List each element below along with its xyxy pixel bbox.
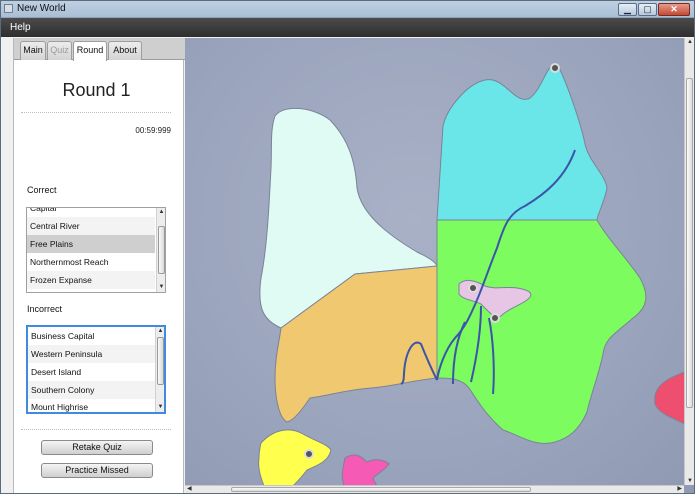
city-marker[interactable] <box>304 449 314 459</box>
close-icon: ✕ <box>670 4 678 14</box>
region-island-yellow[interactable] <box>258 429 332 493</box>
list-item[interactable]: Western Peninsula <box>28 345 156 363</box>
tab-about[interactable]: About <box>108 41 142 60</box>
divider <box>21 112 171 113</box>
tab-main[interactable]: Main <box>20 41 46 60</box>
map-vertical-scrollbar[interactable]: ▲ ▼ <box>684 38 694 485</box>
close-button[interactable]: ✕ <box>658 3 690 16</box>
tab-quiz[interactable]: Quiz <box>47 41 72 60</box>
retake-quiz-button[interactable]: Retake Quiz <box>41 440 153 455</box>
list-item[interactable]: Northernmost Reach <box>27 253 155 271</box>
app-window: New World ▁ ▢ ✕ Help Main Quiz Round Abo… <box>0 0 695 494</box>
scroll-down-icon[interactable]: ▼ <box>687 478 693 484</box>
menu-help[interactable]: Help <box>7 21 34 34</box>
list-item[interactable]: Capital <box>27 208 155 217</box>
region-northernmost-reach[interactable] <box>436 63 608 221</box>
window-title: New World <box>17 3 66 14</box>
scroll-up-icon[interactable]: ▲ <box>157 328 164 335</box>
region-free-plains[interactable] <box>436 219 647 444</box>
sidebar-panel: Main Quiz Round About Round 1 00:59:999 … <box>13 38 185 493</box>
scroll-thumb[interactable] <box>686 78 693 408</box>
scroll-down-icon[interactable]: ▼ <box>158 284 165 291</box>
scroll-left-icon[interactable]: ◀ <box>187 485 192 492</box>
round-timer: 00:59:999 <box>135 126 171 135</box>
list-item[interactable]: Business Capital <box>28 327 156 345</box>
scroll-thumb[interactable] <box>158 226 165 274</box>
list-item[interactable]: Mount Highrise <box>28 398 156 412</box>
list-item[interactable]: Desert Island <box>28 363 156 381</box>
world-map[interactable] <box>185 38 694 493</box>
scroll-up-icon[interactable]: ▲ <box>158 209 165 216</box>
title-bar[interactable]: New World ▁ ▢ ✕ <box>1 1 694 18</box>
minimize-button[interactable]: ▁ <box>618 3 637 16</box>
scroll-thumb[interactable] <box>157 337 164 385</box>
incorrect-label: Incorrect <box>27 304 63 314</box>
city-marker[interactable] <box>550 63 560 73</box>
round-title: Round 1 <box>62 80 131 100</box>
maximize-icon: ▢ <box>643 4 652 14</box>
scroll-up-icon[interactable]: ▲ <box>687 39 693 45</box>
minimize-icon: ▁ <box>624 4 631 14</box>
scroll-thumb[interactable] <box>231 487 531 492</box>
maximize-button[interactable]: ▢ <box>638 3 657 16</box>
list-item[interactable]: Central River <box>27 217 155 235</box>
list-item-selected[interactable]: Free Plains <box>27 235 155 253</box>
tab-round[interactable]: Round <box>73 41 107 61</box>
incorrect-list-scrollbar[interactable]: ▲ ▼ <box>155 327 164 412</box>
incorrect-list[interactable]: Business Capital Western Peninsula Deser… <box>26 325 166 414</box>
practice-missed-button[interactable]: Practice Missed <box>41 463 153 478</box>
scroll-right-icon[interactable]: ▶ <box>677 485 682 492</box>
menu-bar: Help <box>1 18 694 37</box>
city-marker[interactable] <box>468 283 478 293</box>
list-item[interactable]: Frozen Expanse <box>27 271 155 289</box>
scroll-down-icon[interactable]: ▼ <box>157 404 164 411</box>
correct-list[interactable]: Capital Central River Free Plains Northe… <box>26 207 166 293</box>
map-view[interactable]: ▲ ▼ ◀ ▶ <box>185 38 694 493</box>
city-marker[interactable] <box>490 313 500 323</box>
app-icon <box>4 4 13 13</box>
divider <box>21 429 171 430</box>
correct-label: Correct <box>27 185 57 195</box>
correct-list-scrollbar[interactable]: ▲ ▼ <box>156 208 165 292</box>
list-item[interactable]: Southern Colony <box>28 381 156 399</box>
map-horizontal-scrollbar[interactable]: ◀ ▶ <box>185 485 684 493</box>
tab-strip: Main Quiz Round About <box>14 38 185 61</box>
